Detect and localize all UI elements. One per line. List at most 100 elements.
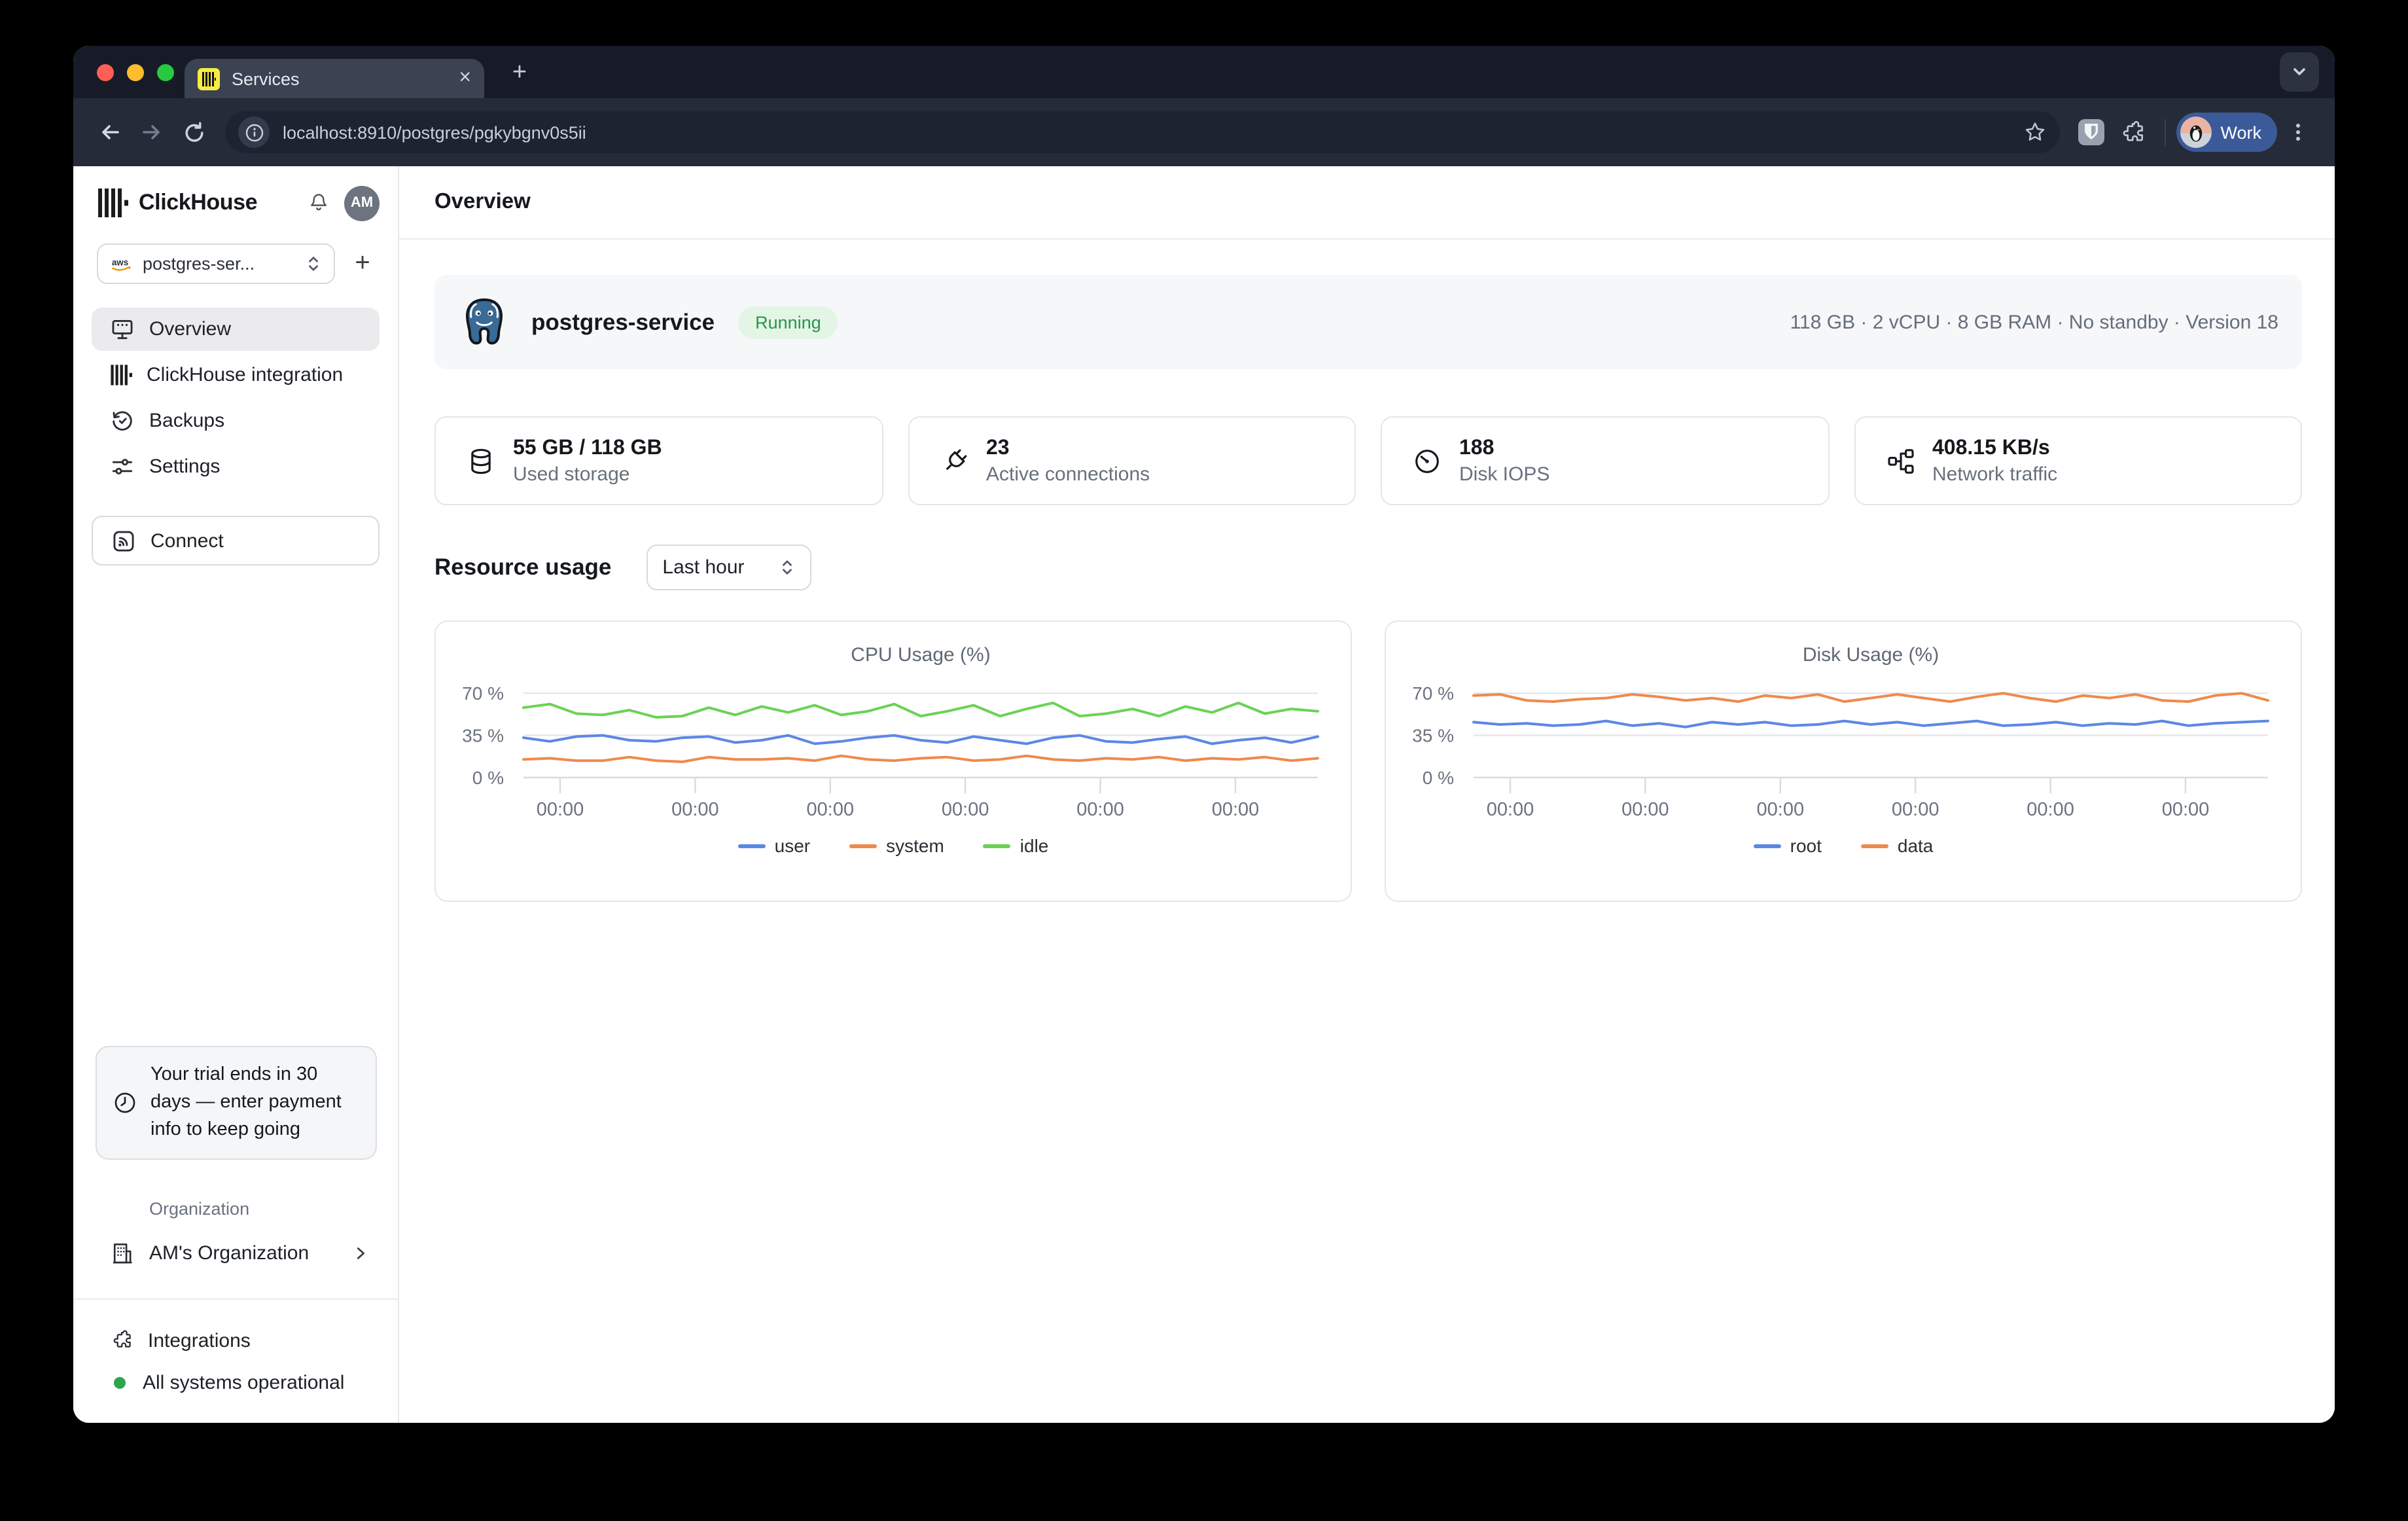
- legend-swatch: [849, 844, 877, 848]
- legend-item-system: system: [849, 835, 944, 856]
- stat-label: Used storage: [513, 463, 662, 485]
- status-dot-icon: [114, 1376, 126, 1388]
- reload-icon: [181, 120, 206, 145]
- bookmark-star-icon[interactable]: [2023, 120, 2046, 144]
- gauge-icon: [1412, 446, 1442, 476]
- zoom-window-button[interactable]: [157, 64, 174, 81]
- main-area: Overview postgres-service Running: [399, 166, 2335, 1423]
- sidebar-spacer: [73, 565, 398, 1046]
- svg-text:00:00: 00:00: [671, 799, 719, 820]
- status-text: All systems operational: [143, 1371, 344, 1393]
- legend-label: root: [1790, 835, 1822, 856]
- service-selector[interactable]: aws postgres-ser...: [97, 243, 335, 284]
- time-range-value: Last hour: [662, 556, 744, 579]
- clickhouse-logo: [97, 188, 128, 217]
- building-icon: [110, 1241, 135, 1266]
- sidebar: ClickHouse AM aws postgres-ser... +: [73, 166, 399, 1423]
- resource-usage-row: Resource usage Last hour: [434, 545, 2302, 590]
- charts-row: CPU Usage (%)0 %35 %70 %00:0000:0000:000…: [434, 620, 2302, 902]
- stat-card-connections: 23 Active connections: [908, 416, 1356, 505]
- sidebar-nav: Overview ClickHouse integration Backups …: [92, 308, 380, 488]
- legend-label: user: [775, 835, 810, 856]
- stat-label: Disk IOPS: [1459, 463, 1549, 485]
- tab-close-icon[interactable]: ×: [459, 68, 471, 89]
- svg-text:00:00: 00:00: [2162, 799, 2210, 820]
- svg-text:00:00: 00:00: [2027, 799, 2074, 820]
- add-service-button[interactable]: +: [345, 247, 380, 281]
- system-status-item[interactable]: All systems operational: [92, 1363, 380, 1402]
- connect-button[interactable]: Connect: [92, 516, 380, 565]
- database-icon: [466, 446, 496, 476]
- svg-text:Disk Usage (%): Disk Usage (%): [1803, 644, 1939, 666]
- postgresql-logo: [458, 296, 510, 348]
- sliders-icon: [110, 454, 135, 479]
- password-manager-extension-button[interactable]: [2070, 111, 2112, 153]
- new-tab-button[interactable]: +: [503, 56, 537, 90]
- cpu-chart-legend: user system idle: [436, 835, 1351, 856]
- notifications-button[interactable]: [306, 190, 331, 215]
- chevron-down-icon: [2290, 63, 2309, 81]
- organization-item[interactable]: AM's Organization: [92, 1232, 380, 1275]
- profile-button[interactable]: Work: [2176, 113, 2277, 152]
- stats-row: 55 GB / 118 GB Used storage 23 Active co…: [434, 416, 2302, 505]
- legend-item-data: data: [1861, 835, 1934, 856]
- address-bar[interactable]: localhost:8910/postgres/pgkybgnv0s5ii: [225, 111, 2059, 153]
- svg-text:00:00: 00:00: [1621, 799, 1669, 820]
- time-range-select[interactable]: Last hour: [646, 545, 811, 590]
- browser-menu-button[interactable]: [2277, 111, 2319, 153]
- back-button[interactable]: [89, 111, 131, 153]
- svg-text:0 %: 0 %: [472, 768, 504, 788]
- minimize-window-button[interactable]: [127, 64, 144, 81]
- forward-button[interactable]: [131, 111, 173, 153]
- puzzle-icon: [2119, 118, 2146, 146]
- trial-notice: Your trial ends in 30 days — enter payme…: [96, 1046, 377, 1160]
- connect-label: Connect: [150, 529, 224, 552]
- svg-text:00:00: 00:00: [942, 799, 989, 820]
- clickhouse-favicon: [198, 67, 220, 90]
- profile-avatar: [2180, 116, 2211, 148]
- user-avatar[interactable]: AM: [344, 185, 380, 221]
- url-text: localhost:8910/postgres/pgkybgnv0s5ii: [283, 122, 586, 142]
- svg-text:70 %: 70 %: [1412, 683, 1454, 704]
- extensions-button[interactable]: [2112, 111, 2153, 153]
- svg-text:00:00: 00:00: [537, 799, 584, 820]
- clickhouse-bars-icon: [110, 364, 132, 386]
- resource-usage-title: Resource usage: [434, 554, 611, 581]
- legend-label: system: [886, 835, 944, 856]
- page-content: ClickHouse AM aws postgres-ser... +: [73, 166, 2335, 1423]
- svg-text:aws: aws: [112, 257, 128, 266]
- organization-name: AM's Organization: [149, 1242, 309, 1264]
- legend-swatch: [738, 844, 766, 848]
- aws-icon: aws: [110, 256, 132, 272]
- tab-search-button[interactable]: [2280, 52, 2319, 92]
- stat-value: 55 GB / 118 GB: [513, 437, 662, 460]
- sidebar-item-overview[interactable]: Overview: [92, 308, 380, 351]
- integrations-item[interactable]: Integrations: [92, 1321, 380, 1360]
- service-specs: 118 GB · 2 vCPU · 8 GB RAM · No standby …: [1790, 311, 2278, 333]
- window-controls: [97, 64, 174, 81]
- sidebar-item-settings[interactable]: Settings: [92, 445, 380, 488]
- close-window-button[interactable]: [97, 64, 114, 81]
- connect-icon: [111, 528, 136, 553]
- sidebar-item-clickhouse-integration[interactable]: ClickHouse integration: [92, 353, 380, 397]
- disk-usage-plot: Disk Usage (%)0 %35 %70 %00:0000:0000:00…: [1386, 622, 2301, 831]
- sidebar-item-backups[interactable]: Backups: [92, 399, 380, 442]
- site-info-icon[interactable]: [238, 116, 270, 148]
- legend-item-idle: idle: [983, 835, 1049, 856]
- service-summary-card: postgres-service Running 118 GB · 2 vCPU…: [434, 275, 2302, 369]
- brand-name: ClickHouse: [139, 190, 257, 216]
- service-selector-row: aws postgres-ser... +: [97, 243, 380, 284]
- svg-text:0 %: 0 %: [1423, 768, 1454, 788]
- shield-icon: [2075, 116, 2106, 148]
- sidebar-divider: [73, 1298, 398, 1300]
- cpu-usage-chart: CPU Usage (%)0 %35 %70 %00:0000:0000:000…: [434, 620, 1352, 902]
- stat-value: 23: [986, 437, 1150, 460]
- reload-button[interactable]: [173, 111, 215, 153]
- overview-content: postgres-service Running 118 GB · 2 vCPU…: [399, 240, 2335, 902]
- main-header: Overview: [399, 166, 2335, 240]
- stat-value: 408.15 KB/s: [1932, 437, 2057, 460]
- browser-tab[interactable]: Services ×: [185, 59, 484, 98]
- network-icon: [1885, 446, 1915, 476]
- browser-toolbar: localhost:8910/postgres/pgkybgnv0s5ii Wo…: [73, 98, 2335, 166]
- presentation-icon: [110, 317, 135, 342]
